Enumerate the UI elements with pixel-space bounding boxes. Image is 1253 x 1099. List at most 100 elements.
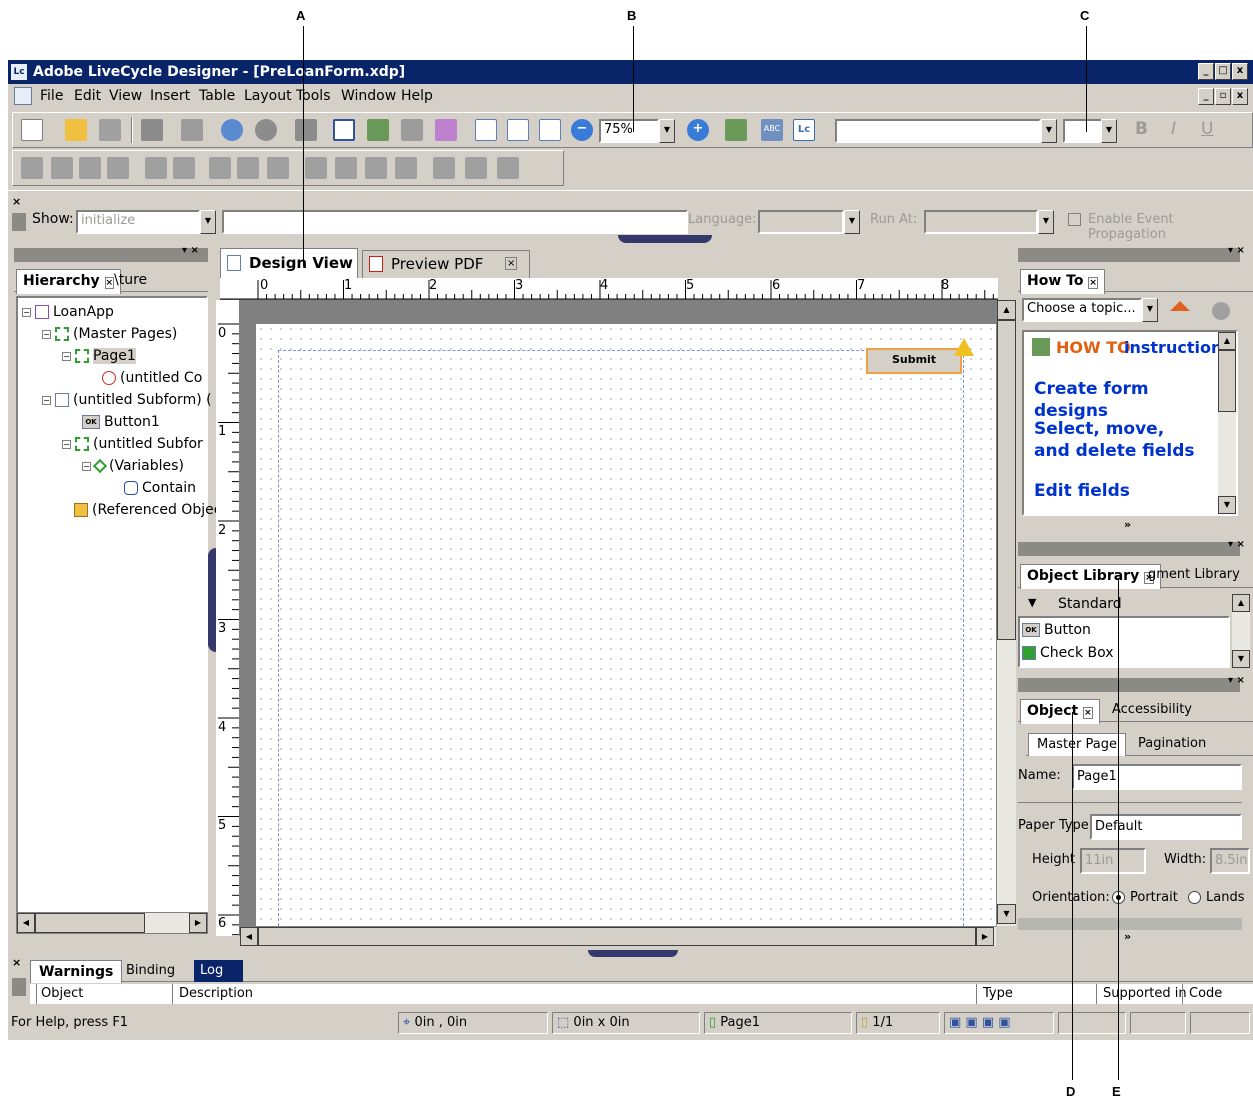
scroll-right-icon[interactable]: ▶ <box>189 913 207 933</box>
group-icon[interactable] <box>433 157 455 179</box>
subtab-master-page[interactable]: Master Page <box>1028 733 1126 756</box>
scroll-left-icon[interactable]: ◀ <box>240 927 258 946</box>
zoom-select[interactable]: 75% <box>599 119 659 143</box>
open-icon[interactable] <box>65 119 87 141</box>
name-input[interactable]: Page1 <box>1072 764 1242 790</box>
bring-forward-icon[interactable] <box>497 157 519 179</box>
menu-layout[interactable]: Layout <box>244 84 292 108</box>
column-description[interactable]: Description <box>172 984 253 1004</box>
object-boundaries-icon[interactable] <box>435 119 457 141</box>
splitter-grip-top[interactable] <box>618 235 712 243</box>
find-icon[interactable] <box>295 119 317 141</box>
close-report-icon[interactable]: × <box>12 956 21 969</box>
align-bottom-icon[interactable] <box>107 157 129 179</box>
tab-how-to[interactable]: How To × <box>1020 269 1105 294</box>
font-size-select[interactable] <box>1063 119 1103 143</box>
menu-tools[interactable]: Tools <box>296 84 331 108</box>
script-input[interactable] <box>222 210 688 234</box>
panel-menu-icon[interactable]: ▾ × <box>182 245 199 256</box>
close-tab-icon[interactable]: × <box>505 257 518 270</box>
align-right-icon[interactable] <box>51 157 73 179</box>
snap-grid-icon[interactable] <box>367 119 389 141</box>
menu-help[interactable]: Help <box>401 84 433 108</box>
grid-icon[interactable] <box>333 119 355 141</box>
align-horizontal-center-icon[interactable] <box>173 157 195 179</box>
center-icon[interactable] <box>267 157 289 179</box>
print-icon[interactable] <box>141 119 163 141</box>
chevron-down-icon[interactable]: ▼ <box>1038 210 1054 234</box>
chevron-down-icon[interactable]: ▼ <box>844 210 860 234</box>
library-group-header[interactable]: ▼ Standard <box>1022 594 1234 616</box>
doc-minimize-icon[interactable]: _ <box>1198 88 1214 105</box>
close-script-icon[interactable]: × <box>12 195 21 208</box>
tab-fragment-library[interactable]: gment Library <box>1148 564 1240 586</box>
distribute-across-icon[interactable] <box>209 157 231 179</box>
scroll-up-icon[interactable]: ▲ <box>1218 332 1236 350</box>
close-tab-icon[interactable]: × <box>104 277 115 289</box>
close-icon[interactable]: x <box>1232 63 1248 80</box>
menu-file[interactable]: File <box>40 84 63 108</box>
scroll-down-icon[interactable]: ▼ <box>1232 650 1250 668</box>
minimize-icon[interactable]: _ <box>1198 63 1214 80</box>
tab-object-library[interactable]: Object Library × <box>1020 564 1161 589</box>
library-item-button[interactable]: OK Button <box>1022 622 1091 638</box>
distribute-down-icon[interactable] <box>237 157 259 179</box>
splitter-grip-left[interactable] <box>208 548 216 652</box>
bold-button[interactable]: B <box>1135 119 1148 139</box>
scroll-right-icon[interactable]: ▶ <box>976 927 994 946</box>
howto-vscrollbar[interactable]: ▲ ▼ <box>1218 332 1236 514</box>
tree-item-subform[interactable]: (untitled Subform) ( <box>73 392 212 408</box>
chevron-down-icon[interactable]: ▼ <box>200 210 216 234</box>
enable-event-propagation-checkbox[interactable] <box>1068 213 1081 226</box>
home-icon[interactable] <box>1170 301 1190 311</box>
font-name-select[interactable] <box>835 119 1041 143</box>
tree-item-content-area[interactable]: (untitled Co <box>120 370 202 386</box>
zoom-out-icon[interactable]: − <box>571 119 593 141</box>
collapse-icon[interactable]: − <box>42 395 51 405</box>
chevron-down-icon[interactable]: ▼ <box>1142 298 1158 322</box>
close-tab-icon[interactable]: × <box>1088 277 1098 289</box>
column-code[interactable]: Code <box>1182 984 1222 1004</box>
tree-item-container[interactable]: Contain <box>142 480 196 496</box>
tree-item-button1[interactable]: Button1 <box>104 414 160 430</box>
merge-icon[interactable] <box>395 157 417 179</box>
scroll-thumb[interactable] <box>35 913 145 933</box>
tab-data-structure[interactable]: \ture <box>114 269 147 291</box>
height-input[interactable]: 11in <box>1080 848 1146 874</box>
chevron-down-icon[interactable]: ▼ <box>1041 119 1057 143</box>
object-panel-scroll[interactable] <box>1018 918 1242 930</box>
new-icon[interactable] <box>21 119 43 141</box>
scroll-left-icon[interactable]: ◀ <box>17 913 35 933</box>
save-icon[interactable] <box>99 119 121 141</box>
tools-icon[interactable] <box>401 119 423 141</box>
language-select[interactable] <box>758 210 844 234</box>
tree-item-inner-subform[interactable]: (untitled Subfor <box>93 436 203 452</box>
panel-menu-icon[interactable]: ▾ × <box>1228 245 1245 256</box>
width-input[interactable]: 8.5in <box>1210 848 1250 874</box>
doc-close-icon[interactable]: x <box>1232 88 1248 105</box>
topic-select[interactable]: Choose a topic... <box>1022 298 1142 322</box>
align-left-icon[interactable] <box>21 157 43 179</box>
paper-type-select[interactable]: Default <box>1090 814 1242 840</box>
link-select-move-delete[interactable]: Select, move, and delete fields <box>1034 418 1204 462</box>
lc-icon[interactable]: Lc <box>793 119 815 141</box>
redo-icon[interactable] <box>255 119 277 141</box>
fit-width-icon[interactable] <box>539 119 561 141</box>
align-top-icon[interactable] <box>79 157 101 179</box>
scroll-thumb[interactable] <box>1218 350 1236 412</box>
panel-menu-icon[interactable]: ▾ × <box>1228 675 1245 686</box>
italic-button[interactable]: I <box>1171 119 1176 139</box>
tree-item-variables[interactable]: (Variables) <box>109 458 184 474</box>
panel-menu-icon[interactable]: ▾ × <box>1228 539 1245 550</box>
tab-binding[interactable]: Binding <box>126 960 175 982</box>
collapse-icon[interactable]: − <box>82 461 91 471</box>
tab-hierarchy[interactable]: Hierarchy × <box>16 269 122 294</box>
spell-check-icon[interactable]: ABC <box>761 119 783 141</box>
library-vscrollbar[interactable]: ▲ ▼ <box>1232 594 1250 668</box>
submit-button[interactable]: Submit <box>866 348 962 374</box>
tree-item-referenced-objects[interactable]: (Referenced Object <box>92 502 227 518</box>
chevron-down-icon[interactable]: ▼ <box>1101 119 1117 143</box>
tab-design-view[interactable]: Design View <box>220 248 358 278</box>
close-tab-icon[interactable]: × <box>1083 707 1093 719</box>
canvas-vscrollbar[interactable]: ▲ ▼ <box>996 300 1016 926</box>
